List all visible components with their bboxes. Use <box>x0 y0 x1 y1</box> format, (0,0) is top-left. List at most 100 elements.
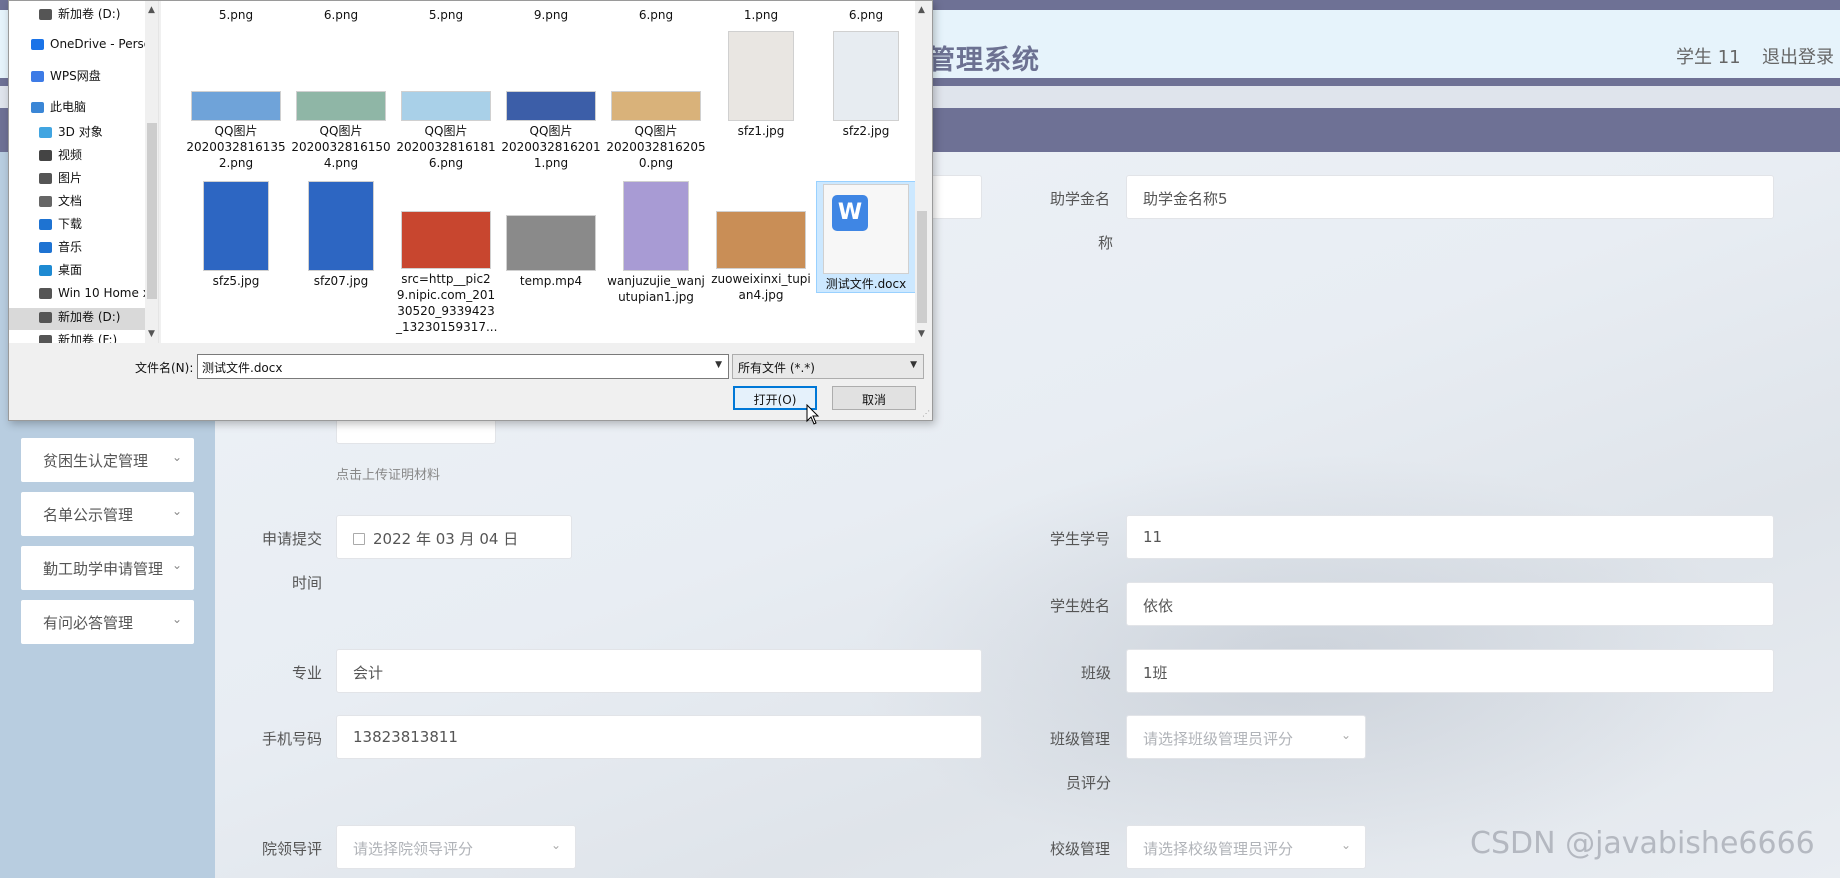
file-item[interactable]: QQ图片 2020032816201 1.png <box>501 27 601 171</box>
file-name: sfz1.jpg <box>737 124 785 138</box>
file-item[interactable]: 5.png <box>396 7 496 23</box>
phone-input[interactable]: 13823813811 <box>336 715 982 759</box>
file-item[interactable]: zuoweixinxi_tupi an4.jpg <box>711 181 811 303</box>
nav-item[interactable]: 桌面 <box>9 261 82 283</box>
file-item[interactable]: temp.mp4 <box>501 181 601 289</box>
file-item[interactable]: 1.png <box>711 7 811 23</box>
file-item[interactable]: 6.png <box>606 7 706 23</box>
file-type-select[interactable]: 所有文件 (*.*) ▼ <box>732 354 924 379</box>
file-item[interactable]: 5.png <box>186 7 286 23</box>
image-thumbnail <box>191 91 281 121</box>
sidebar-item-work-study[interactable]: 勤工助学申请管理 ⌄ <box>21 546 194 590</box>
chevron-down-icon: ▼ <box>910 360 917 370</box>
nav-item[interactable]: 新加卷 (D:) <box>9 308 145 330</box>
cancel-button[interactable]: 取消 <box>832 386 916 410</box>
scholarship-name-input[interactable]: 助学金名称5 <box>1126 175 1774 219</box>
file-item[interactable]: QQ图片 2020032816181 6.png <box>396 27 496 171</box>
nav-item[interactable]: WPS网盘 <box>9 67 101 89</box>
class-input[interactable]: 1班 <box>1126 649 1774 693</box>
file-scrollbar[interactable]: ▲ ▼ <box>915 1 929 343</box>
file-item[interactable]: src=http__pic2 9.nipic.com_201 30520_933… <box>396 181 497 335</box>
nav-scrollbar[interactable]: ▲ ▼ <box>145 1 158 343</box>
file-name: QQ图片 2020032816201 1.png <box>501 124 601 170</box>
file-list-pane: 5.png 6.png 5.png 9.png 6.png 1.png 6.png QQ图片 … <box>161 1 929 343</box>
sidebar-item-qa[interactable]: 有问必答管理 ⌄ <box>21 600 194 644</box>
file-name: QQ图片 2020032816181 6.png <box>396 124 496 170</box>
student-no-input[interactable]: 11 <box>1126 515 1774 559</box>
chevron-down-icon: ⌄ <box>1340 838 1351 852</box>
file-item[interactable]: QQ图片 2020032816135 2.png <box>186 27 286 171</box>
logout-link[interactable]: 退出登录 <box>1762 43 1834 69</box>
nav-scroll-thumb[interactable] <box>147 123 157 299</box>
sidebar-item-list-publicity[interactable]: 名单公示管理 ⌄ <box>21 492 194 536</box>
scroll-down-icon[interactable]: ▼ <box>148 329 155 339</box>
file-scroll-thumb[interactable] <box>917 211 927 323</box>
college-leader-score-select[interactable]: 请选择院领导评分 ⌄ <box>336 825 576 869</box>
nav-item[interactable]: 此电脑 <box>9 98 86 120</box>
chevron-down-icon[interactable]: ▼ <box>715 360 722 370</box>
submit-time-label: 申请提交 <box>262 530 323 548</box>
school-admin-score-label: 校级管理 <box>1050 840 1111 858</box>
chevron-down-icon: ⌄ <box>171 558 182 572</box>
nav-item-label: 此电脑 <box>50 100 87 114</box>
school-admin-score-select[interactable]: 请选择校级管理员评分 ⌄ <box>1126 825 1366 869</box>
file-item[interactable]: sfz07.jpg <box>291 181 391 289</box>
class-admin-score-select[interactable]: 请选择班级管理员评分 ⌄ <box>1126 715 1366 759</box>
nav-item[interactable]: Win 10 Home x <box>9 286 150 308</box>
drive-icon <box>39 288 52 299</box>
student-no-label: 学生学号 <box>1050 530 1111 548</box>
nav-item[interactable]: OneDrive - Perso <box>9 37 151 59</box>
file-item[interactable]: 6.png <box>291 7 391 23</box>
cube-icon <box>39 127 52 138</box>
file-item[interactable]: wanjuzujie_wanj utupian1.jpg <box>606 181 706 305</box>
image-thumbnail <box>506 91 596 121</box>
nav-item-label: OneDrive - Perso <box>50 37 152 51</box>
scroll-up-icon[interactable]: ▲ <box>148 5 155 15</box>
filename-input[interactable]: 测试文件.docx ▼ <box>197 354 729 379</box>
nav-item[interactable]: 新加卷 (D:) <box>9 5 120 27</box>
file-item[interactable]: 9.png <box>501 7 601 23</box>
nav-item-label: 3D 对象 <box>58 125 103 139</box>
image-thumbnail <box>296 91 386 121</box>
phone-label: 手机号码 <box>262 730 323 748</box>
nav-item[interactable]: 下载 <box>9 215 82 237</box>
open-button[interactable]: 打开(O) <box>733 386 817 410</box>
school-admin-score-placeholder: 请选择校级管理员评分 <box>1143 840 1294 858</box>
chevron-down-icon: ⌄ <box>550 838 561 852</box>
file-item[interactable]: QQ图片 2020032816150 4.png <box>291 27 391 171</box>
file-name: sfz07.jpg <box>313 274 369 288</box>
desktop-icon <box>39 265 52 276</box>
resize-grip-icon[interactable]: ⋰ <box>922 409 930 418</box>
nav-item-label: Win 10 Home x <box>58 286 150 300</box>
chevron-down-icon: ⌄ <box>171 504 182 518</box>
file-item[interactable]: 6.png <box>816 7 916 23</box>
scroll-down-icon[interactable]: ▼ <box>918 329 925 339</box>
chevron-down-icon: ⌄ <box>171 450 182 464</box>
file-item[interactable]: QQ图片 2020032816205 0.png <box>606 27 706 171</box>
file-item[interactable]: sfz5.jpg <box>186 181 286 289</box>
nav-item[interactable]: 视频 <box>9 146 82 168</box>
nav-item[interactable]: 图片 <box>9 169 82 191</box>
calendar-icon <box>353 533 365 545</box>
major-input[interactable]: 会计 <box>336 649 982 693</box>
scroll-up-icon[interactable]: ▲ <box>918 5 925 15</box>
file-item[interactable]: sfz1.jpg <box>711 27 811 139</box>
submit-time-date-picker[interactable]: 2022 年 03 月 04 日 <box>336 515 572 559</box>
nav-item[interactable]: 3D 对象 <box>9 123 103 145</box>
sidebar-item-label: 贫困生认定管理 <box>43 452 149 470</box>
nav-item[interactable]: 新加卷 (F:) <box>9 331 117 343</box>
upload-hint: 点击上传证明材料 <box>336 468 441 483</box>
file-name: QQ图片 2020032816135 2.png <box>186 124 286 170</box>
image-thumbnail <box>401 91 491 121</box>
submit-time-label-cont: 时间 <box>292 574 323 592</box>
nav-item[interactable]: 文档 <box>9 192 82 214</box>
file-item[interactable]: W 测试文件.docx <box>816 181 916 293</box>
computer-icon <box>31 102 44 113</box>
nav-item-label: 新加卷 (D:) <box>58 310 121 324</box>
college-leader-score-placeholder: 请选择院领导评分 <box>353 840 474 858</box>
nav-item[interactable]: 音乐 <box>9 238 82 260</box>
file-item[interactable]: sfz2.jpg <box>816 27 916 139</box>
sidebar-item-poverty-recognition[interactable]: 贫困生认定管理 ⌄ <box>21 438 194 482</box>
user-name[interactable]: 学生 11 <box>1676 43 1741 69</box>
student-name-input[interactable]: 依依 <box>1126 582 1774 626</box>
